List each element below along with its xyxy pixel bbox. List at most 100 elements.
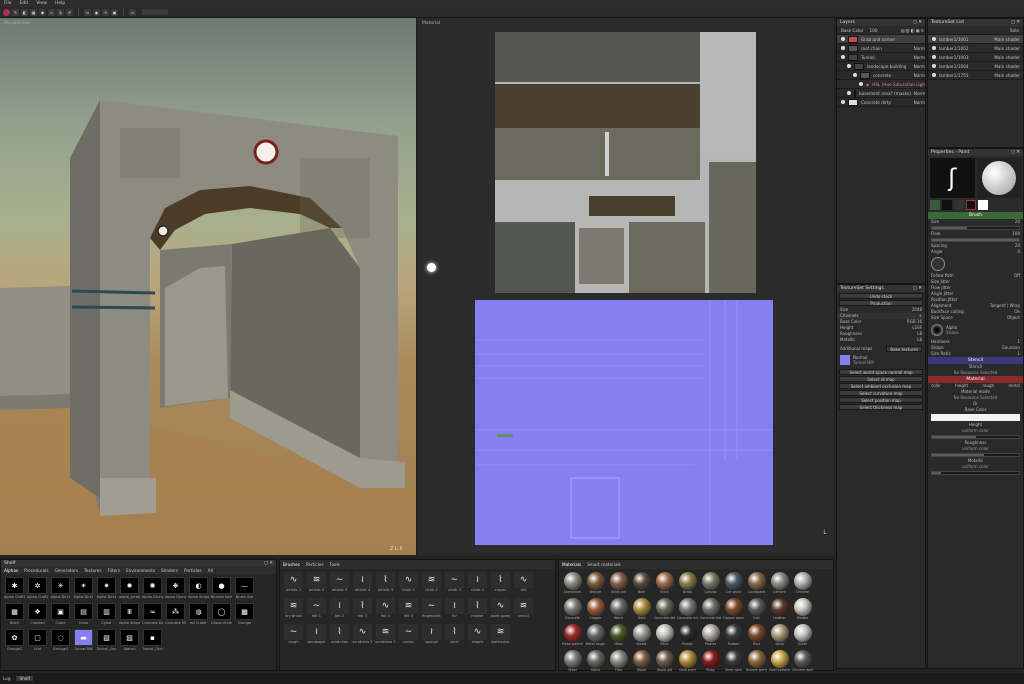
- alpha-item[interactable]: ▢ Grid: [27, 629, 48, 653]
- material-item[interactable]: Rust: [746, 624, 767, 648]
- alpha-item[interactable]: ▤ Cross: [73, 603, 94, 627]
- textureset-row[interactable]: lamber1/1002 Main shader: [928, 44, 1023, 53]
- select-position-map-button[interactable]: Select position map: [839, 397, 923, 403]
- brush-item[interactable]: ∿ artistic 1: [283, 572, 304, 596]
- shelf-tab[interactable]: Shelf: [16, 676, 34, 681]
- alpha-item[interactable]: ✲ Alpha Craft2: [27, 577, 48, 601]
- brush-tab-brushes[interactable]: Brushes: [283, 562, 300, 567]
- textureset-row[interactable]: lamber1/1755 Main shader: [928, 71, 1023, 80]
- textureset-row[interactable]: lamber1/1004 Main shader: [928, 62, 1023, 71]
- stencil-section-header[interactable]: Stencil: [928, 357, 1023, 364]
- material-item[interactable]: Gold: [631, 598, 652, 622]
- material-item[interactable]: Brick old: [608, 572, 629, 596]
- eye-icon[interactable]: [932, 46, 936, 50]
- material-item[interactable]: Stone: [585, 650, 606, 674]
- color-preset[interactable]: [978, 200, 988, 210]
- alpha-item[interactable]: ✹alpha_scratch: [119, 577, 140, 601]
- brush-item[interactable]: ∼ felt 1: [306, 598, 327, 622]
- paint-brush-icon[interactable]: ✎: [12, 8, 19, 16]
- material-item[interactable]: Car paint: [723, 572, 744, 596]
- material-item[interactable]: Canvas: [700, 572, 721, 596]
- material-item[interactable]: Steel dark: [723, 650, 744, 674]
- alpha-item[interactable]: ✶ Alpha Dirt3: [73, 577, 94, 601]
- alpha-item[interactable]: ⁂ Concrete Mix: [165, 603, 186, 627]
- eye-icon[interactable]: [859, 82, 863, 86]
- geometry-fill-icon[interactable]: ◆: [39, 8, 46, 16]
- brush-item[interactable]: ≋ dry brush: [283, 598, 304, 622]
- render-icon[interactable]: ▣: [111, 8, 118, 16]
- metallic-slider[interactable]: [931, 471, 1020, 475]
- material-item[interactable]: Silver: [792, 624, 813, 648]
- material-item[interactable]: Copper: [585, 598, 606, 622]
- smudge-icon[interactable]: ≈: [48, 8, 55, 16]
- alpha-item[interactable]: ▬ Tunnel NM: [73, 629, 94, 653]
- light-icon[interactable]: ☼: [102, 8, 109, 16]
- material-item[interactable]: Bronze worn: [746, 650, 767, 674]
- blend-mode[interactable]: Base Color: [841, 26, 863, 34]
- brush-item[interactable]: ⌇ crayon: [490, 572, 511, 596]
- brush-item[interactable]: ⌇ felt 3: [352, 598, 373, 622]
- brush-item[interactable]: ≀ sandpaper: [306, 624, 327, 648]
- clone-icon[interactable]: ◎: [57, 8, 64, 16]
- alpha-item[interactable]: ≈Concrete Decal: [142, 603, 163, 627]
- material-item[interactable]: Concrete old: [700, 598, 721, 622]
- brush-item[interactable]: ≀ sponge: [421, 624, 442, 648]
- layer-row[interactable]: Concrete dirty Norm: [837, 98, 925, 107]
- layout-icon[interactable]: ▭: [129, 8, 136, 16]
- material-item[interactable]: Bronze: [585, 572, 606, 596]
- eye-icon[interactable]: [841, 37, 845, 41]
- material-tab-1[interactable]: Smart materials: [587, 562, 621, 567]
- alpha-item[interactable]: ▪ Tunnel_Occl: [142, 629, 163, 653]
- material-item[interactable]: Plaster: [700, 624, 721, 648]
- material-item[interactable]: Gold worn: [677, 650, 698, 674]
- alpha-item[interactable]: — Brush line: [234, 577, 255, 601]
- menu-edit[interactable]: Edit: [20, 1, 29, 6]
- angle-dial[interactable]: [931, 257, 945, 271]
- alpha-item[interactable]: ▣ Crack: [50, 603, 71, 627]
- material-item[interactable]: Concrete mix: [677, 598, 698, 622]
- material-item[interactable]: Bark: [631, 572, 652, 596]
- alpha-item[interactable]: Ⅲ Alpha Stripes: [119, 603, 140, 627]
- eye-icon[interactable]: [841, 55, 845, 59]
- brush-item[interactable]: ∿ scratches 2: [352, 624, 373, 648]
- eye-icon[interactable]: [847, 91, 851, 95]
- shelf-tab-shaders[interactable]: Shaders: [161, 568, 178, 573]
- display-mode-dropdown[interactable]: [142, 9, 168, 15]
- production-button[interactable]: Production: [839, 300, 923, 306]
- select-world-normal-button[interactable]: Select world space normal map: [839, 369, 923, 375]
- channel-row[interactable]: Metallic L8: [837, 337, 925, 343]
- alpha-item[interactable]: ▨ Stencil: [119, 629, 140, 653]
- undo-stack-button[interactable]: Undo stack: [839, 293, 923, 299]
- alpha-item[interactable]: ❖ Cracked: [27, 603, 48, 627]
- shelf-tab-filters[interactable]: Filters: [108, 568, 121, 573]
- viewport-3d[interactable]: Perspective Z L X: [0, 18, 416, 555]
- layer-row[interactable]: Tunnel Norm: [837, 53, 925, 62]
- shelf-tab-environments[interactable]: Environments: [126, 568, 155, 573]
- material-item[interactable]: Chrome dark: [792, 650, 813, 674]
- shelf-tab-all[interactable]: All: [208, 568, 213, 573]
- brush-item[interactable]: ≀ artistic 4: [352, 572, 373, 596]
- alpha-item[interactable]: ◯ Ghost circles: [211, 603, 232, 627]
- brush-item[interactable]: ⌇ artistic 5: [375, 572, 396, 596]
- brush-item[interactable]: ∼ fingerprint: [421, 598, 442, 622]
- menu-file[interactable]: File: [4, 1, 12, 6]
- material-item[interactable]: Concrete: [562, 598, 583, 622]
- material-item[interactable]: Wood: [631, 650, 652, 674]
- shelf-tab-textures[interactable]: Textures: [84, 568, 102, 573]
- alpha-item[interactable]: ▩ Grunge: [234, 603, 255, 627]
- size-param[interactable]: Size 20: [928, 219, 1023, 225]
- eye-icon[interactable]: [841, 100, 845, 104]
- material-item[interactable]: Gold polished: [769, 650, 790, 674]
- material-item[interactable]: Wood old: [654, 650, 675, 674]
- material-item[interactable]: Metal painted: [562, 624, 583, 648]
- brush-preset[interactable]: [930, 200, 940, 210]
- material-item[interactable]: Moss: [608, 624, 629, 648]
- alpha-item[interactable]: ✱ Alpha Craft1: [4, 577, 25, 601]
- stencil-preset[interactable]: [954, 200, 964, 210]
- layer-row[interactable]: Grab and corner: [837, 35, 925, 44]
- alpha-item[interactable]: ✿ Grunge2: [4, 629, 25, 653]
- alpha-item[interactable]: ▧ Tunnel_Occ: [96, 629, 117, 653]
- alpha-item[interactable]: ▦ Brick: [4, 603, 25, 627]
- material-tab-0[interactable]: Materials: [562, 562, 581, 567]
- brush-item[interactable]: ⌇ stain: [444, 624, 465, 648]
